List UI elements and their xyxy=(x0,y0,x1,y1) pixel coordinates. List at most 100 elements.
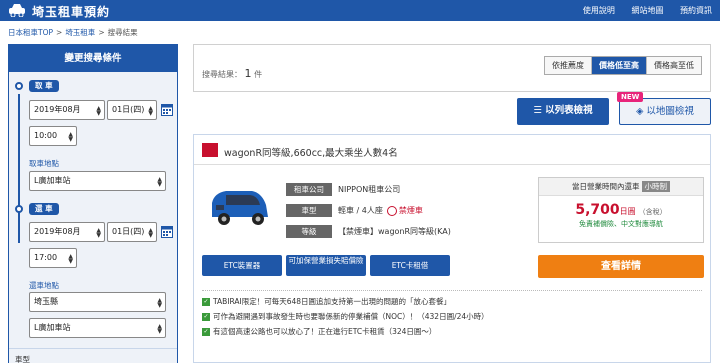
check-icon: ✓ xyxy=(202,313,210,321)
result-count-number: 1 xyxy=(244,67,252,80)
updown-arrow-icon: ▲ ▼ xyxy=(68,253,73,265)
return-time-select[interactable]: 17:00 ▲ ▼ xyxy=(29,248,77,268)
site-title[interactable]: 埼玉租車預約 xyxy=(32,3,110,20)
price-value: 5,700日圓 （含稅） xyxy=(539,202,703,218)
card-header: wagonR同等級,660cc,最大乘坐人數4名 xyxy=(194,135,710,165)
return-month-select[interactable]: 2019年08月 ▲ ▼ xyxy=(29,222,105,242)
return-time-value: 17:00 xyxy=(34,253,58,262)
breadcrumb-separator: > xyxy=(98,28,105,37)
result-count-box: 搜尋結果： 1 件 依推薦度 價格低至高 價格高至低 xyxy=(193,44,711,92)
no-smoking-label: 禁煙車 xyxy=(398,206,423,215)
price-header: 當日營業時間內還車 小時制 xyxy=(539,178,703,196)
result-count: 搜尋結果： 1 件 xyxy=(202,67,262,80)
pickup-month-select[interactable]: 2019年08月 ▲ ▼ xyxy=(29,100,105,120)
noc-insurance-button[interactable]: 可加保營業損失賠償險 xyxy=(286,255,366,276)
info-row-company: 租車公司 NIPPON租車公司 xyxy=(286,179,451,200)
return-pref-select[interactable]: 埼玉縣 ▲ ▼ xyxy=(29,292,166,312)
note-item: ✓ 有這個高速公路也可以放心了！正在進行ETC卡租賃（324日圓～） xyxy=(202,324,702,339)
pickup-day-select[interactable]: 01日(四) ▲ ▼ xyxy=(107,100,157,120)
new-badge: NEW xyxy=(617,92,644,102)
note-text: 有這個高速公路也可以放心了！正在進行ETC卡租賃（324日圓～） xyxy=(213,327,437,336)
info-value: 輕車 / 4人座 xyxy=(338,206,383,215)
header-links: 使用說明 網站地圖 預約資訊 xyxy=(569,5,712,16)
pickup-place-label: 取車地點 xyxy=(29,159,59,168)
return-place-value: L廣加車站 xyxy=(34,323,71,332)
sort-price-asc[interactable]: 價格低至高 xyxy=(591,57,646,74)
price-header-label: 當日營業時間內還車 xyxy=(572,182,640,191)
result-card: wagonR同等級,660cc,最大乘坐人數4名 租車公司 NIPPON租車公司… xyxy=(193,134,711,363)
note-item: ✓ 可作為避開遇到事故發生時也要聯係新的停業補償（NOC）！（432日圓/24小時… xyxy=(202,309,702,324)
timeline-line xyxy=(18,94,20,214)
updown-arrow-icon: ▲ ▼ xyxy=(157,323,162,335)
map-view-label: 以地圖檢視 xyxy=(646,106,694,117)
breadcrumb-current: 搜尋結果 xyxy=(107,28,138,37)
sidebar-body: 取 車 2019年08月 ▲ ▼ 01日(四) ▲ ▼ 10:00 ▲ ▼ 取車地點 L廣加… xyxy=(9,72,177,363)
pickup-day-value: 01日(四) xyxy=(112,105,145,114)
sort-price-desc[interactable]: 價格高至低 xyxy=(646,57,701,74)
updown-arrow-icon: ▲ ▼ xyxy=(157,176,162,188)
pickup-time-select[interactable]: 10:00 ▲ ▼ xyxy=(29,126,77,146)
calendar-icon[interactable] xyxy=(161,225,173,238)
pickup-month-value: 2019年08月 xyxy=(34,105,81,114)
company-logo-icon xyxy=(202,143,218,157)
info-key: 等級 xyxy=(286,225,332,238)
info-value: NIPPON租車公司 xyxy=(338,185,401,194)
return-place-select[interactable]: L廣加車站 ▲ ▼ xyxy=(29,318,166,338)
note-text: TABIRAI限定！可每天648日圓追加支持第一出現的問題的「放心套餐」 xyxy=(213,297,452,306)
reservation-info-link[interactable]: 預約資訊 xyxy=(680,6,712,15)
map-view-button[interactable]: ◈ 以地圖檢視 xyxy=(619,98,711,125)
etc-device-button[interactable]: ETC裝置器 xyxy=(202,255,282,276)
sort-recommended[interactable]: 依推薦度 xyxy=(545,57,591,74)
car-title[interactable]: wagonR同等級,660cc,最大乘坐人數4名 xyxy=(224,145,398,159)
timeline-line xyxy=(18,213,20,243)
price-tax: （含稅） xyxy=(638,208,667,216)
etc-card-button[interactable]: ETC卡租借 xyxy=(370,255,450,276)
pickup-time-value: 10:00 xyxy=(34,131,58,140)
calendar-icon[interactable] xyxy=(161,103,173,116)
info-key: 租車公司 xyxy=(286,183,332,196)
list-view-label: 以列表檢視 xyxy=(545,105,593,116)
breadcrumb-top[interactable]: 日本租車TOP xyxy=(8,28,53,37)
sidebar-divider xyxy=(9,348,177,349)
updown-arrow-icon: ▲ ▼ xyxy=(96,105,101,117)
car-type-label: 車型 xyxy=(15,355,30,363)
updown-arrow-icon: ▲ ▼ xyxy=(157,297,162,309)
pickup-label: 取 車 xyxy=(29,80,59,92)
price-amount: 5,700 xyxy=(575,202,620,218)
updown-arrow-icon: ▲ ▼ xyxy=(148,105,153,117)
return-day-select[interactable]: 01日(四) ▲ ▼ xyxy=(107,222,157,242)
list-view-button[interactable]: ☰ 以列表檢視 xyxy=(517,98,609,125)
car-image xyxy=(212,191,268,225)
info-key: 車型 xyxy=(286,204,332,217)
check-icon: ✓ xyxy=(202,328,210,336)
sitemap-link[interactable]: 網站地圖 xyxy=(631,6,663,15)
return-pref-value: 埼玉縣 xyxy=(34,297,58,306)
check-icon: ✓ xyxy=(202,298,210,306)
breadcrumb-saitama[interactable]: 埼玉租車 xyxy=(65,28,95,37)
return-day-value: 01日(四) xyxy=(112,227,145,236)
note-text: 可作為避開遇到事故發生時也要聯係新的停業補償（NOC）！（432日圓/24小時） xyxy=(213,312,489,321)
help-link[interactable]: 使用說明 xyxy=(583,6,615,15)
hourly-tag: 小時制 xyxy=(641,181,670,192)
no-smoking-icon xyxy=(386,205,397,216)
pickup-place-select[interactable]: L廣加車站 ▲ ▼ xyxy=(29,171,166,191)
search-sidebar: 變更搜尋條件 取 車 2019年08月 ▲ ▼ 01日(四) ▲ ▼ 10:00 ▲ ▼ 取… xyxy=(8,44,178,363)
updown-arrow-icon: ▲ ▼ xyxy=(96,227,101,239)
return-place-label: 還車地點 xyxy=(29,281,59,290)
price-note: 免責補償險、中文對應導航 xyxy=(579,220,663,228)
timeline-dot xyxy=(15,82,23,90)
sidebar-title: 變更搜尋條件 xyxy=(9,45,177,72)
map-icon: ◈ xyxy=(636,106,644,117)
car-logo-icon xyxy=(9,4,25,17)
note-item: ✓ TABIRAI限定！可每天648日圓追加支持第一出現的問題的「放心套餐」 xyxy=(202,294,702,309)
return-label: 還 車 xyxy=(29,203,59,215)
timeline-dot xyxy=(15,205,23,213)
notes-list: ✓ TABIRAI限定！可每天648日圓追加支持第一出現的問題的「放心套餐」 ✓ 可… xyxy=(202,290,702,355)
breadcrumb: 日本租車TOP > 埼玉租車 > 搜尋結果 xyxy=(8,27,138,38)
car-info-table: 租車公司 NIPPON租車公司 車型 輕車 / 4人座 禁煙車 等級 【禁煙車】… xyxy=(286,179,451,242)
list-icon: ☰ xyxy=(533,105,542,116)
return-month-value: 2019年08月 xyxy=(34,227,81,236)
info-row-type: 車型 輕車 / 4人座 禁煙車 xyxy=(286,200,451,221)
view-details-button[interactable]: 查看詳情 xyxy=(538,255,704,278)
info-row-class: 等級 【禁煙車】wagonR同等級(KA) xyxy=(286,221,451,242)
